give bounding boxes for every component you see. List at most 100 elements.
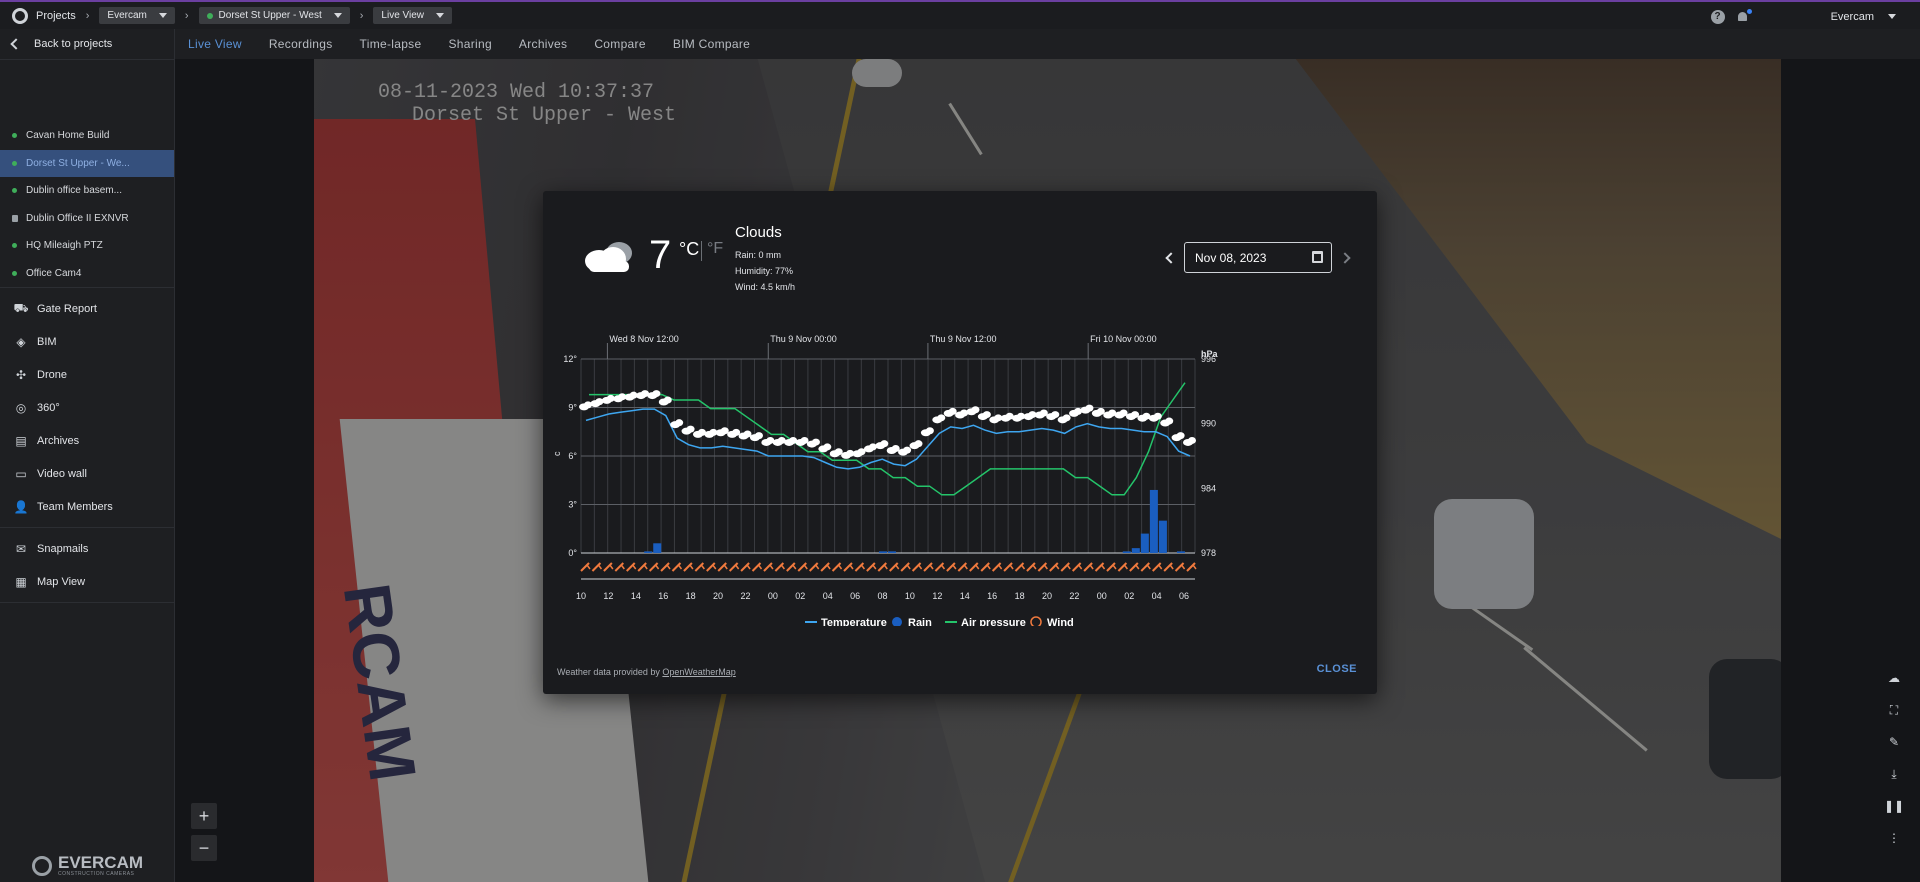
weather-icon[interactable]: ☁: [1884, 667, 1904, 689]
chevron-down-icon: [158, 13, 167, 18]
camera-item-dublin-office-ii-exnvr[interactable]: Dublin Office II EXNVR: [0, 205, 174, 233]
close-button[interactable]: CLOSE: [1317, 663, 1357, 675]
wind-barb-tick: [975, 564, 980, 570]
lock-icon: [12, 214, 18, 222]
wind-barb-tick: [757, 564, 763, 570]
sidebar-item-team-members[interactable]: 👤 Team Members: [0, 490, 174, 523]
tab-sharing[interactable]: Sharing: [448, 37, 491, 51]
camera-item-label: Dublin office basem...: [26, 185, 122, 197]
wind-barb-tick: [655, 564, 660, 570]
zoom-out-button[interactable]: −: [191, 835, 217, 861]
tab-archives[interactable]: Archives: [519, 37, 567, 51]
rain-detail: Rain: 0 mm: [735, 250, 782, 260]
pause-icon[interactable]: ❚❚: [1884, 795, 1904, 817]
celsius-toggle[interactable]: °C: [679, 239, 699, 260]
help-icon[interactable]: ?: [1710, 9, 1725, 24]
wind-barb-tick: [849, 564, 854, 570]
camera-select[interactable]: Dorset St Upper - West: [198, 7, 350, 24]
tab-recordings[interactable]: Recordings: [269, 37, 333, 51]
rain-bar: [1122, 551, 1131, 553]
cloud-marker-icon: [1137, 412, 1151, 422]
current-temperature: 7: [649, 233, 672, 277]
wind-barb-tick: [1112, 564, 1117, 570]
x-axis-tick-label: 06: [1179, 591, 1189, 601]
sidebar-item-archives[interactable]: ▤ Archives: [0, 424, 174, 457]
user-menu[interactable]: Evercam: [1831, 11, 1874, 23]
legend-item: Wind: [1047, 617, 1074, 626]
camera-item-label: Dorset St Upper - We...: [26, 157, 130, 169]
chevron-down-icon[interactable]: [1888, 14, 1896, 19]
edit-pencil-icon[interactable]: ✎: [1884, 731, 1904, 753]
camera-item-cavan-home-build[interactable]: Cavan Home Build: [0, 122, 174, 150]
tab-compare[interactable]: Compare: [594, 37, 645, 51]
sidebar-item-snapmails[interactable]: ✉ Snapmails: [0, 532, 174, 565]
cloud-marker-icon: [1034, 409, 1048, 419]
wind-barb-tick: [1078, 564, 1083, 570]
camera-item-dublin-office-basement[interactable]: Dublin office basem...: [0, 177, 174, 205]
x-axis-tick-label: 02: [795, 591, 805, 601]
sidebar-item-gate-report[interactable]: ⛟ Gate Report: [0, 292, 174, 325]
openweathermap-link[interactable]: OpenWeatherMap: [662, 667, 735, 677]
brand-subtitle: CONSTRUCTION CAMERAS: [58, 871, 135, 877]
cloud-marker-icon: [886, 445, 900, 455]
wind-barb-tick: [769, 564, 774, 570]
more-vertical-icon[interactable]: ⋮: [1884, 827, 1904, 849]
wind-barb-tick: [872, 564, 877, 570]
weather-condition: Clouds: [735, 224, 782, 241]
sidebar-item-drone[interactable]: ✣ Drone: [0, 358, 174, 391]
wind-barb-tick: [1135, 564, 1140, 570]
sidebar-item-video-wall[interactable]: ▭ Video wall: [0, 457, 174, 490]
cloud-marker-icon: [841, 449, 855, 459]
camera-list: Cavan Home Build Dorset St Upper - We...…: [0, 122, 174, 287]
date-picker-input[interactable]: [1184, 242, 1332, 273]
wind-barb-tick: [1055, 564, 1060, 570]
zoom-in-button[interactable]: +: [191, 803, 217, 829]
notifications-bell-icon[interactable]: [1737, 8, 1752, 23]
wind-barb-tick: [860, 564, 866, 570]
breadcrumb-separator-icon: ›: [359, 9, 364, 22]
wind-barb-tick: [1169, 564, 1174, 570]
camera-item-hq-mileaigh-ptz[interactable]: HQ Mileaigh PTZ: [0, 232, 174, 260]
company-select[interactable]: Evercam: [99, 7, 175, 24]
y-axis-tick-label: 3°: [568, 500, 577, 510]
fullscreen-icon[interactable]: ⛶: [1884, 699, 1904, 721]
evercam-logo-icon[interactable]: [12, 7, 28, 24]
calendar-icon[interactable]: [1312, 251, 1323, 263]
wind-barb-tick: [895, 564, 900, 570]
breadcrumb-separator-icon: ›: [85, 9, 90, 22]
weather-dialog: 7 °C °F Clouds Rain: 0 mm Humidity: 77% …: [543, 191, 1377, 694]
wind-barb-tick: [826, 564, 831, 570]
next-day-button[interactable]: [1339, 252, 1351, 264]
x-axis-tick-label: 04: [823, 591, 833, 601]
projects-link[interactable]: Projects: [36, 10, 76, 22]
mail-icon: ✉: [15, 541, 27, 556]
tab-time-lapse[interactable]: Time-lapse: [360, 37, 422, 51]
humidity-detail: Humidity: 77%: [735, 266, 794, 276]
y-axis-tick-label: 9°: [568, 403, 577, 413]
x-axis-tick-label: 14: [631, 591, 641, 601]
tab-bim-compare[interactable]: BIM Compare: [673, 37, 750, 51]
date-label: Wed 8 Nov 12:00: [609, 334, 678, 344]
sidebar-item-bim[interactable]: ◈ BIM: [0, 325, 174, 358]
wind-barb-tick: [1043, 564, 1048, 570]
online-status-icon: [12, 243, 17, 249]
previous-day-button[interactable]: [1165, 252, 1177, 264]
y-axis-label: c: [552, 451, 562, 456]
online-status-icon: [206, 12, 213, 19]
weather-chart: 12°9°6°3°0°c996990984978hPaWed 8 Nov 12:…: [552, 334, 1219, 626]
cloud-marker-icon: [749, 432, 763, 442]
x-axis-tick-label: 20: [1042, 591, 1052, 601]
camera-item-office-cam4[interactable]: Office Cam4: [0, 260, 174, 288]
view-select[interactable]: Live View: [373, 7, 453, 24]
sidebar-item-map-view[interactable]: ▦ Map View: [0, 565, 174, 598]
cloud-marker-icon: [727, 428, 741, 438]
sidebar-item-360[interactable]: ◎ 360°: [0, 391, 174, 424]
back-to-projects-link[interactable]: Back to projects: [0, 29, 174, 60]
camera-item-label: Office Cam4: [26, 267, 82, 279]
fahrenheit-toggle[interactable]: °F: [707, 240, 723, 258]
x-axis-tick-label: 22: [740, 591, 750, 601]
download-icon[interactable]: ⤓: [1884, 763, 1904, 785]
sidebar-item-label: Drone: [37, 368, 67, 381]
camera-item-dorset-st-upper-west[interactable]: Dorset St Upper - We...: [0, 149, 174, 177]
tab-live-view[interactable]: Live View: [188, 37, 242, 51]
